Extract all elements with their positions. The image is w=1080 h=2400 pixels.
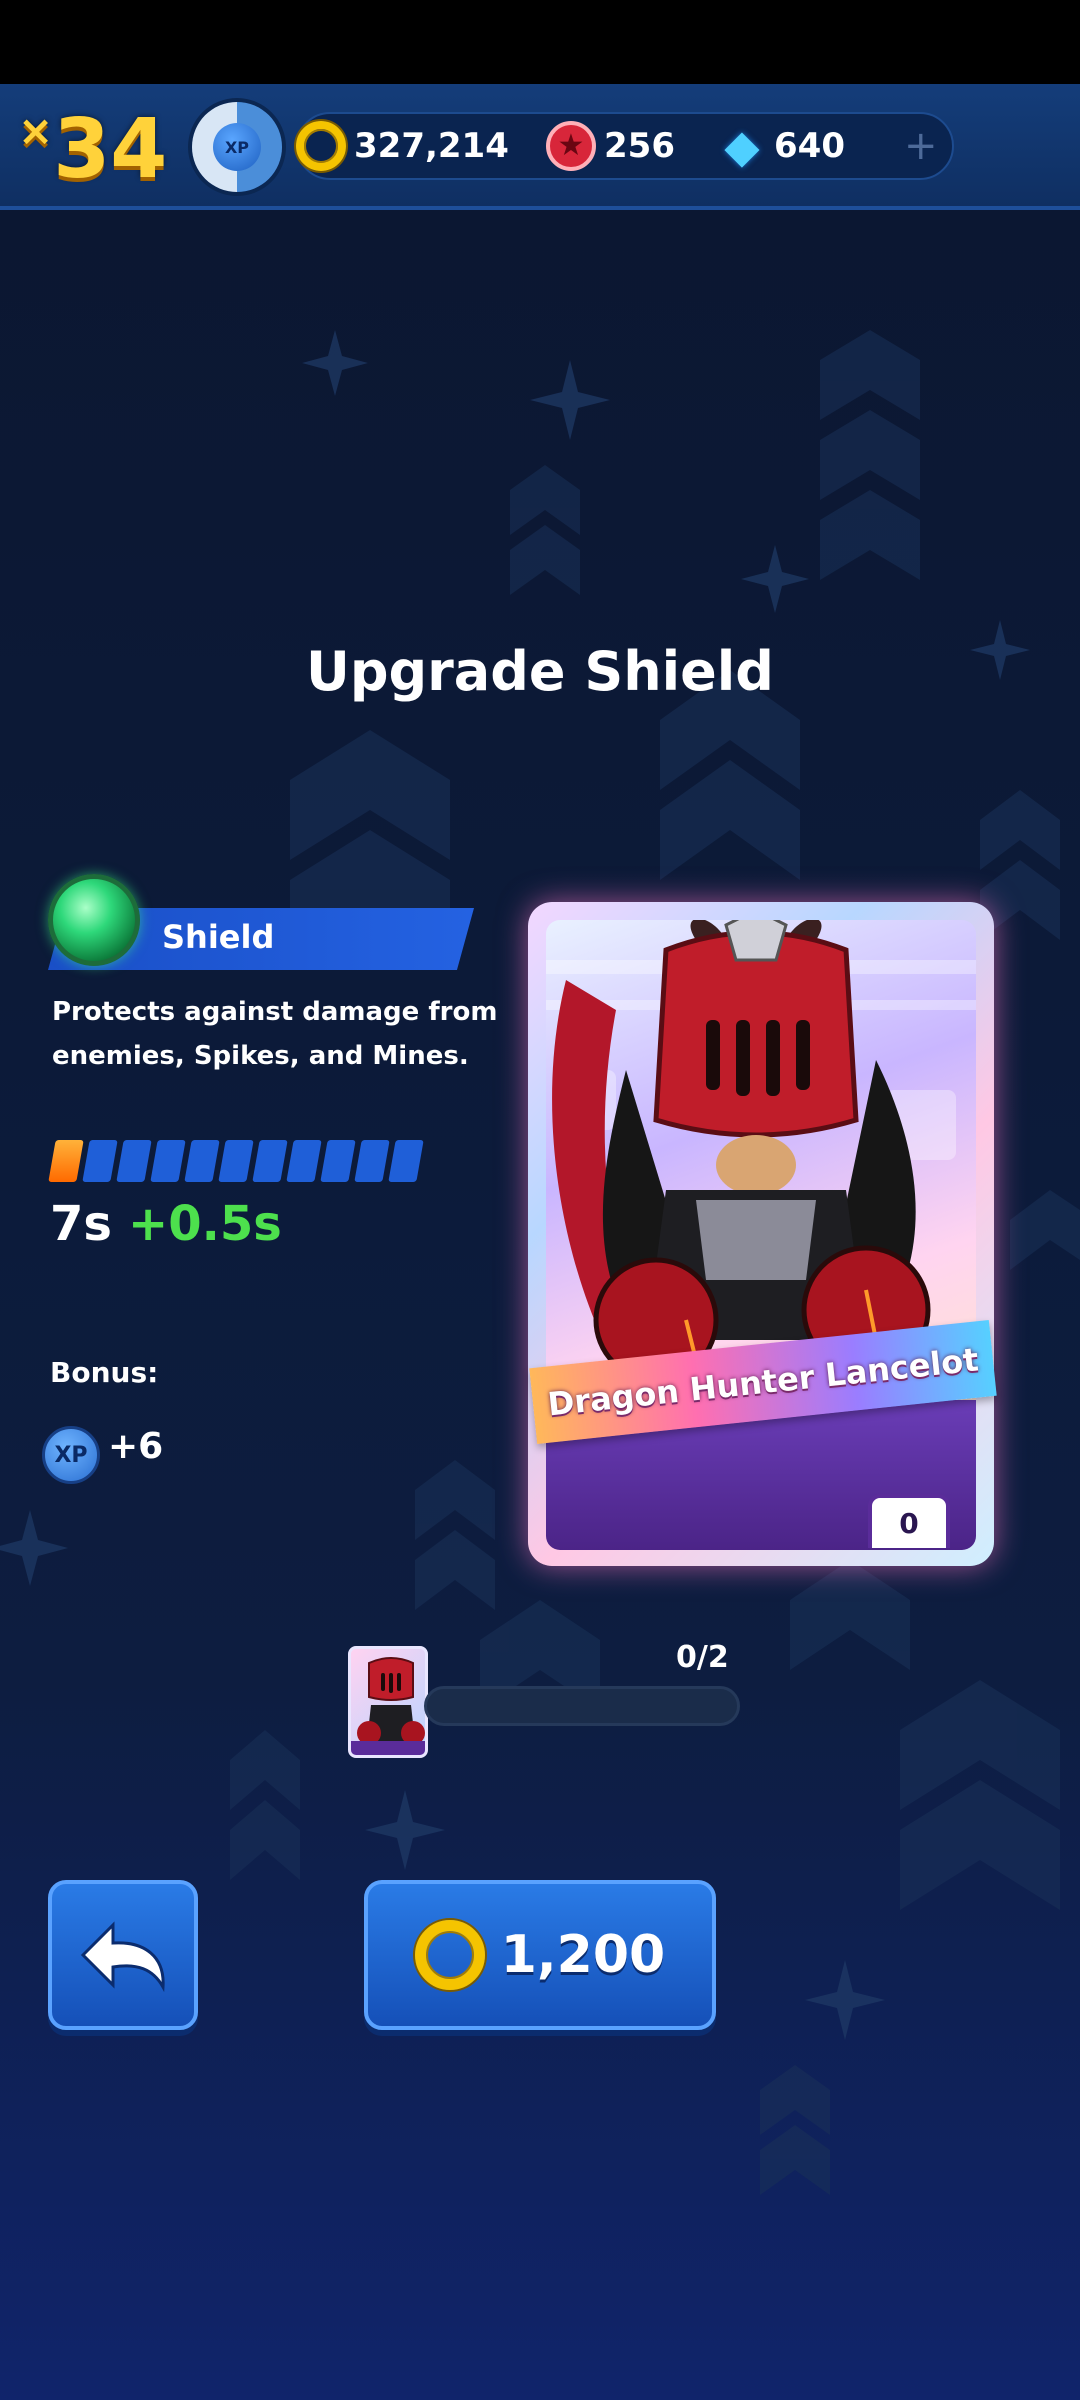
ability-name: Shield bbox=[162, 918, 275, 956]
card-count-badge: 0 bbox=[868, 1494, 950, 1548]
rings-counter: 327,214 bbox=[296, 120, 509, 172]
red-star-ring-icon: ★ bbox=[546, 121, 596, 171]
back-button[interactable] bbox=[48, 1880, 198, 2030]
gems-value: 640 bbox=[774, 126, 845, 166]
level-segment bbox=[218, 1140, 254, 1182]
upgrade-progress-bar bbox=[424, 1686, 740, 1726]
shield-gem-icon bbox=[48, 874, 140, 966]
gems-counter: ◆ 640 bbox=[718, 120, 845, 172]
stat-current: 7s bbox=[50, 1196, 112, 1252]
bonus-xp-value: +6 bbox=[108, 1426, 164, 1467]
level-segment bbox=[252, 1140, 288, 1182]
xp-icon: XP bbox=[213, 123, 261, 171]
xp-level-ring[interactable]: XP bbox=[192, 102, 282, 192]
ring-icon bbox=[296, 121, 346, 171]
page-title: Upgrade Shield bbox=[306, 640, 774, 703]
diamond-icon: ◆ bbox=[724, 119, 760, 173]
upgrade-price: 1,200 bbox=[500, 1925, 666, 1985]
level-segment bbox=[82, 1140, 118, 1182]
level-segment bbox=[286, 1140, 322, 1182]
score-multiplier: ×34 bbox=[18, 100, 167, 200]
upgrade-buy-button[interactable]: 1,200 bbox=[364, 1880, 716, 2030]
knight-thumbnail-icon bbox=[351, 1657, 425, 1755]
red-star-rings-counter: ★ 256 bbox=[546, 120, 675, 172]
level-segment bbox=[184, 1140, 220, 1182]
level-segment bbox=[388, 1140, 424, 1182]
ability-stat: 7s +0.5s bbox=[50, 1196, 282, 1252]
ability-description: Protects against damage from enemies, Sp… bbox=[52, 997, 498, 1071]
level-segment bbox=[116, 1140, 152, 1182]
ring-icon bbox=[414, 1920, 485, 1990]
multiplier-value: 34 bbox=[53, 102, 168, 197]
multiplier-prefix: × bbox=[18, 106, 54, 155]
level-segment bbox=[150, 1140, 186, 1182]
upgrade-progress-label: 0/2 bbox=[676, 1640, 729, 1675]
level-segment bbox=[320, 1140, 356, 1182]
level-segment bbox=[354, 1140, 390, 1182]
bonus-label: Bonus: bbox=[50, 1356, 159, 1389]
level-segment-filled bbox=[48, 1140, 84, 1182]
card-thumbnail bbox=[348, 1646, 428, 1758]
rings-value: 327,214 bbox=[354, 126, 509, 166]
xp-icon: XP bbox=[42, 1426, 100, 1484]
stat-increase: +0.5s bbox=[127, 1196, 282, 1252]
undo-arrow-icon bbox=[80, 1921, 165, 1993]
ability-level-bar bbox=[48, 1140, 424, 1182]
status-bar bbox=[0, 0, 1080, 84]
add-currency-button[interactable]: + bbox=[904, 122, 938, 170]
red-star-rings-value: 256 bbox=[604, 126, 675, 166]
